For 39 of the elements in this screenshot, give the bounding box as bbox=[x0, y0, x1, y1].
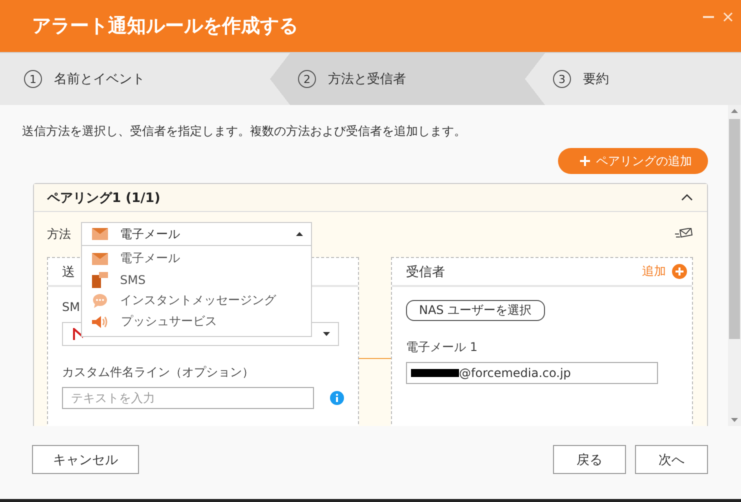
sender-title: 送 bbox=[62, 264, 75, 280]
window-title: アラート通知ルールを作成する bbox=[32, 14, 298, 39]
caret-icon bbox=[323, 332, 330, 336]
plus-circle-icon[interactable] bbox=[672, 264, 687, 279]
pairing-title: ペアリング1 (1/1) bbox=[47, 190, 160, 206]
megaphone-icon bbox=[92, 316, 109, 328]
select-nas-user-button[interactable]: NAS ユーザーを選択 bbox=[406, 300, 545, 321]
flying-envelope-icon[interactable] bbox=[674, 228, 693, 240]
email-label: 電子メール 1 bbox=[406, 339, 478, 356]
sms-label: SM bbox=[62, 300, 80, 314]
envelope-icon bbox=[92, 252, 108, 264]
chat-bubble-icon bbox=[92, 294, 108, 308]
recipient-title: 受信者 bbox=[406, 264, 445, 280]
phone-message-icon bbox=[92, 272, 108, 288]
email-input-field[interactable]: @forcemedia.co.jp bbox=[406, 362, 658, 384]
scrollbar-thumb[interactable] bbox=[729, 119, 740, 339]
pairing-header[interactable]: ペアリング1 (1/1) bbox=[34, 184, 707, 212]
method-select[interactable]: 電子メール bbox=[81, 222, 312, 246]
back-button[interactable]: 戻る bbox=[553, 445, 626, 474]
method-option[interactable]: 電子メール bbox=[82, 248, 311, 269]
method-option[interactable]: プッシュサービス bbox=[82, 311, 311, 332]
method-option[interactable]: SMS bbox=[82, 269, 311, 290]
close-icon[interactable] bbox=[723, 12, 733, 22]
scroll-down-icon[interactable] bbox=[731, 418, 738, 422]
caret-icon bbox=[296, 232, 303, 236]
method-option[interactable]: インスタントメッセージング bbox=[82, 290, 311, 311]
wizard-step[interactable]: 2 方法と受信者 bbox=[270, 53, 525, 105]
chevron-icon[interactable] bbox=[681, 194, 693, 201]
scroll-up-icon[interactable] bbox=[731, 109, 738, 113]
cancel-button[interactable]: キャンセル bbox=[32, 445, 139, 474]
custom-subject-label: カスタム件名ライン（オプション） bbox=[62, 364, 254, 381]
subject-input-field[interactable]: テキストを入力 bbox=[62, 387, 314, 409]
logo-icon bbox=[73, 328, 83, 340]
next-button[interactable]: 次へ bbox=[635, 445, 708, 474]
envelope-icon bbox=[92, 228, 108, 240]
plus-icon bbox=[580, 156, 590, 166]
info-icon[interactable] bbox=[330, 391, 344, 405]
description-text: 送信方法を選択し、受信者を指定します。複数の方法および受信者を追加します。 bbox=[22, 123, 467, 140]
method-label: 方法 bbox=[47, 226, 72, 242]
